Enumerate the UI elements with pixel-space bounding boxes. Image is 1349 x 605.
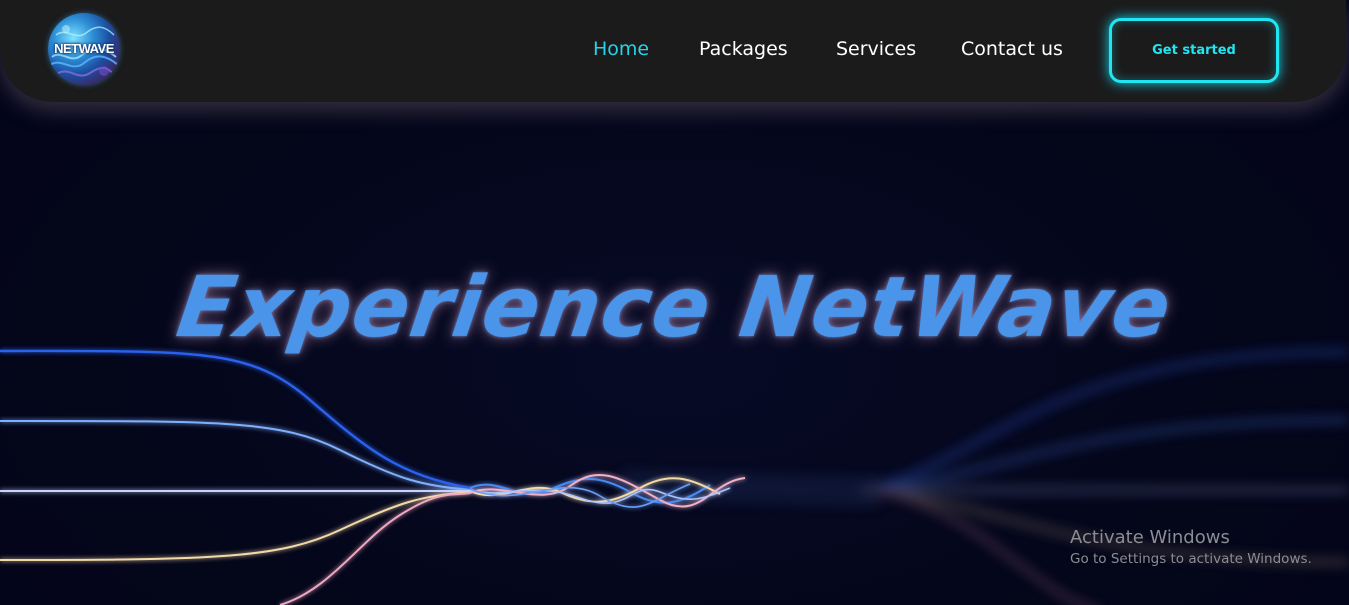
watermark-subtitle: Go to Settings to activate Windows. [1070, 551, 1312, 567]
nav-link-home[interactable]: Home [593, 38, 649, 60]
nav-link-contact-us[interactable]: Contact us [961, 38, 1063, 60]
page: NETWAVE Home Packages Services Contact u… [0, 0, 1349, 605]
watermark-title: Activate Windows [1070, 527, 1230, 548]
hero-title: Experience NetWave [171, 258, 1178, 356]
get-started-button[interactable]: Get started [1109, 18, 1279, 83]
netwave-logo[interactable]: NETWAVE [48, 13, 120, 85]
nav-link-services[interactable]: Services [836, 38, 916, 60]
nav-link-packages[interactable]: Packages [699, 38, 788, 60]
activate-windows-watermark: Activate Windows Go to Settings to activ… [1070, 527, 1312, 567]
navbar: NETWAVE Home Packages Services Contact u… [0, 0, 1346, 102]
logo-text: NETWAVE [54, 41, 114, 56]
